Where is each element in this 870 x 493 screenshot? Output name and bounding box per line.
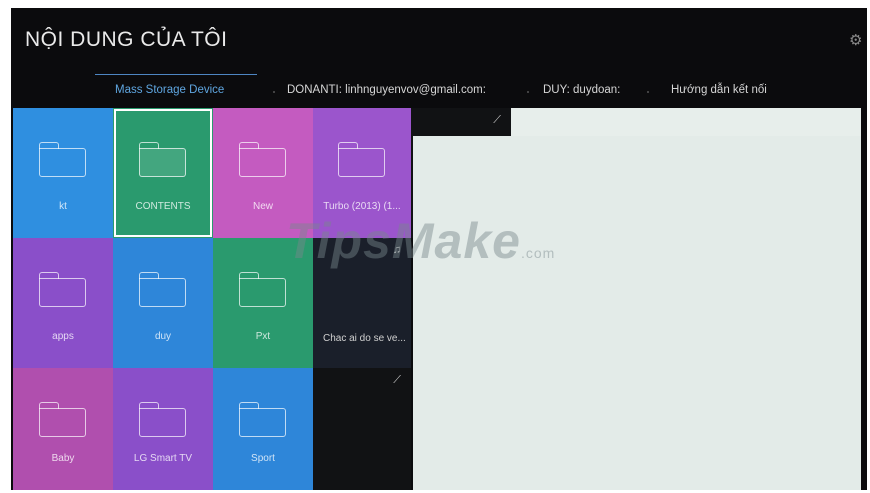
tab-donanti[interactable]: DONANTI: linhnguyenvov@gmail.com:	[287, 84, 486, 96]
folder-icon	[338, 142, 386, 178]
tile-label: Turbo (2013) (1...	[323, 201, 401, 212]
folder-icon	[239, 142, 287, 178]
folder-tile-contents[interactable]: CONTENTS	[113, 108, 213, 238]
folder-icon	[39, 272, 87, 308]
tab-separator	[647, 91, 649, 93]
tab-mass-storage[interactable]: Mass Storage Device	[115, 84, 224, 96]
preview-panel	[413, 136, 861, 490]
tile-label: New	[252, 201, 273, 212]
folder-tile-kt[interactable]: kt	[13, 108, 113, 238]
music-title: Chac ai do se ve...	[323, 333, 406, 344]
tab-separator	[273, 91, 275, 93]
gear-icon[interactable]: ⚙	[849, 33, 863, 48]
folder-icon	[39, 402, 87, 438]
page-title: NỘI DUNG CỦA TÔI	[25, 28, 228, 51]
tile-label: duy	[154, 331, 172, 342]
folder-tile-apps[interactable]: apps	[13, 238, 113, 368]
active-tab-indicator	[95, 74, 257, 75]
folder-icon	[39, 142, 87, 178]
tab-connection-guide[interactable]: Hướng dẫn kết nối	[671, 84, 767, 96]
preview-panel-top	[511, 108, 861, 136]
tab-separator	[527, 91, 529, 93]
tile-label: apps	[52, 331, 74, 342]
folder-open-icon	[139, 142, 187, 178]
tab-duy[interactable]: DUY: duydoan:	[543, 84, 620, 96]
folder-tile-lg-smart-tv[interactable]: LG Smart TV	[113, 368, 213, 490]
watermark: TipsMake.com	[286, 213, 556, 269]
source-tabs: Mass Storage Device DONANTI: linhnguyenv…	[11, 74, 867, 108]
folder-icon	[239, 272, 287, 308]
no-preview-icon: ⟋	[393, 374, 401, 386]
content-grid: kt CONTENTS New Turbo (2013) (1... ⟋ app…	[13, 108, 861, 490]
tile-label: LG Smart TV	[133, 453, 193, 464]
folder-tile-duy[interactable]: duy	[113, 238, 213, 368]
tile-label: Baby	[51, 453, 75, 464]
folder-icon	[139, 272, 187, 308]
tile-label: Sport	[251, 453, 275, 464]
tile-label: CONTENTS	[135, 201, 191, 212]
no-preview-icon: ⟋	[493, 114, 501, 126]
folder-tile-sport[interactable]: Sport	[213, 368, 313, 490]
tv-screen: NỘI DUNG CỦA TÔI ⚙ Mass Storage Device D…	[11, 8, 867, 490]
folder-icon	[239, 402, 287, 438]
folder-tile-baby[interactable]: Baby	[13, 368, 113, 490]
tile-label: Pxt	[255, 331, 271, 342]
tile-label: kt	[59, 201, 67, 212]
folder-icon	[139, 402, 187, 438]
video-tile[interactable]: ⟋	[313, 368, 411, 490]
